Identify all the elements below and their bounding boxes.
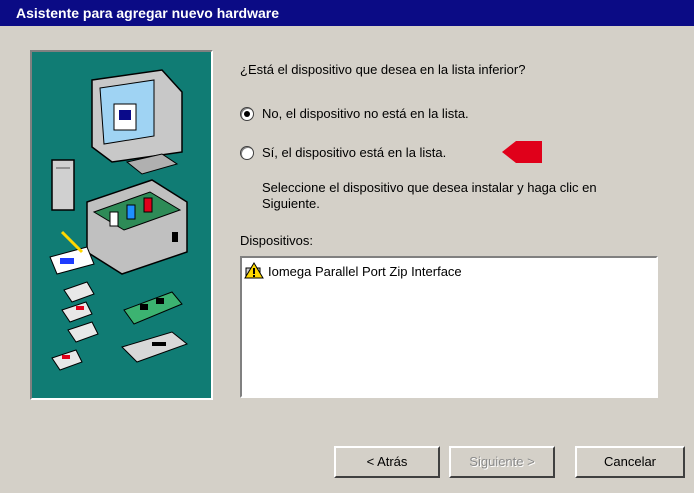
radio-option-not-listed-label: No, el dispositivo no está en la lista.: [262, 106, 469, 121]
list-item[interactable]: Iomega Parallel Port Zip Interface: [244, 262, 462, 280]
instruction-text: Seleccione el dispositivo que desea inst…: [262, 180, 597, 211]
devices-listbox[interactable]: Iomega Parallel Port Zip Interface: [240, 256, 658, 398]
computer-hardware-icon: [49, 69, 189, 371]
question-text: ¿Está el dispositivo que desea en la lis…: [240, 62, 526, 77]
cancel-button[interactable]: Cancelar: [575, 446, 685, 478]
radio-option-not-listed[interactable]: No, el dispositivo no está en la lista.: [240, 106, 469, 121]
next-button[interactable]: Siguiente >: [449, 446, 555, 478]
radio-option-listed[interactable]: Sí, el dispositivo está en la lista.: [240, 145, 446, 160]
back-button[interactable]: < Atrás: [334, 446, 440, 478]
red-pointer-arrow-icon: [502, 141, 542, 163]
wizard-window: Asistente para agregar nuevo hardware ¿E…: [0, 0, 694, 493]
device-name: Iomega Parallel Port Zip Interface: [268, 263, 462, 279]
devices-label: Dispositivos:: [240, 233, 313, 248]
radio-option-listed-label: Sí, el dispositivo está en la lista.: [262, 145, 447, 160]
title-bar: Asistente para agregar nuevo hardware: [0, 0, 694, 26]
window-title: Asistente para agregar nuevo hardware: [16, 5, 279, 21]
hardware-illustration: [30, 50, 213, 400]
radio-selected-icon[interactable]: [240, 106, 254, 121]
radio-unselected-icon[interactable]: [240, 145, 254, 160]
warning-device-icon: [244, 262, 264, 279]
